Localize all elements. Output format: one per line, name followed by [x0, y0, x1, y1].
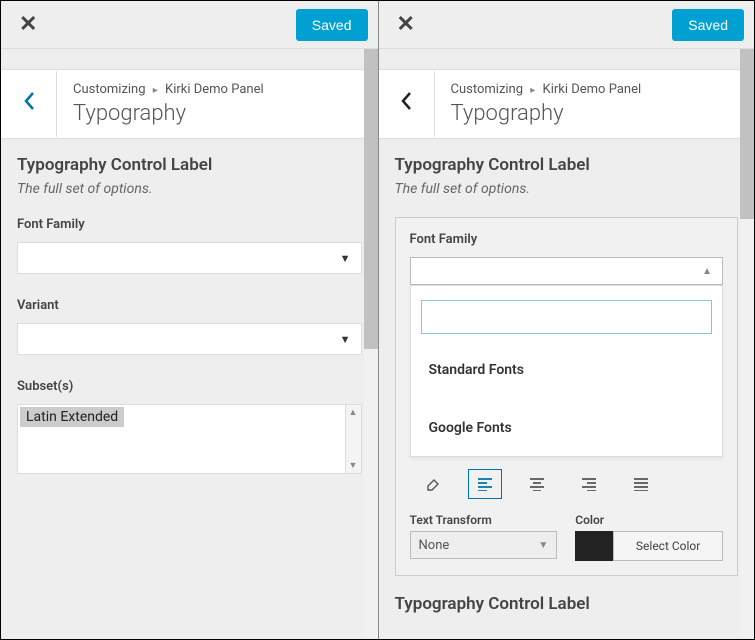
- control-title: Typography Control Label: [395, 155, 739, 175]
- customizer-pane-collapsed: ✕ Saved Customizing ▸ Kirki Demo Panel T…: [1, 1, 378, 639]
- chevron-down-icon: ▼: [538, 540, 548, 551]
- align-left-button[interactable]: [468, 469, 502, 499]
- text-transform-label: Text Transform: [410, 513, 558, 527]
- breadcrumb: Customizing ▸ Kirki Demo Panel: [451, 82, 739, 97]
- close-icon[interactable]: ✕: [11, 8, 45, 41]
- subsets-label: Subset(s): [17, 379, 362, 394]
- align-justify-button[interactable]: [624, 469, 658, 499]
- breadcrumb-root: Customizing: [73, 82, 146, 97]
- scroll-down-icon[interactable]: ▼: [349, 460, 358, 471]
- multiselect-scrollbar[interactable]: ▲ ▼: [345, 405, 361, 473]
- color-swatch: [575, 531, 613, 561]
- scroll-thumb[interactable]: [364, 49, 378, 349]
- breadcrumb-panel: Kirki Demo Panel: [543, 82, 642, 97]
- saved-button[interactable]: Saved: [296, 9, 368, 41]
- control-description: The full set of options.: [17, 181, 362, 197]
- text-align-row: [410, 469, 724, 499]
- align-right-button[interactable]: [572, 469, 606, 499]
- color-picker[interactable]: Select Color: [575, 531, 723, 561]
- font-family-select[interactable]: ▲: [410, 257, 724, 285]
- font-group-google[interactable]: Google Fonts: [421, 410, 713, 446]
- scroll-up-icon[interactable]: ▲: [349, 407, 358, 418]
- variant-label: Variant: [17, 298, 362, 313]
- font-search-input[interactable]: [421, 300, 713, 334]
- section-header: Customizing ▸ Kirki Demo Panel Typograph…: [1, 69, 378, 139]
- back-button[interactable]: [1, 71, 57, 137]
- section-header: Customizing ▸ Kirki Demo Panel Typograph…: [379, 69, 755, 139]
- chevron-left-icon: [399, 91, 413, 111]
- font-family-select[interactable]: ▼: [17, 242, 362, 274]
- eraser-icon: [425, 476, 441, 492]
- align-left-icon: [477, 477, 493, 491]
- align-center-button[interactable]: [520, 469, 554, 499]
- align-clear-button[interactable]: [416, 469, 450, 499]
- subsets-option-selected[interactable]: Latin Extended: [20, 407, 124, 427]
- color-label: Color: [575, 513, 723, 527]
- text-transform-value: None: [419, 538, 450, 553]
- topbar: ✕ Saved: [1, 1, 378, 49]
- font-family-label: Font Family: [17, 217, 362, 232]
- customizer-pane-expanded: ✕ Saved Customizing ▸ Kirki Demo Panel T…: [378, 1, 755, 639]
- breadcrumb-sep-icon: ▸: [153, 85, 158, 96]
- section-title: Typography: [451, 101, 739, 126]
- breadcrumb-panel: Kirki Demo Panel: [165, 82, 264, 97]
- scroll-thumb[interactable]: [740, 49, 754, 219]
- breadcrumb-sep-icon: ▸: [530, 85, 535, 96]
- align-center-icon: [529, 477, 545, 491]
- chevron-left-icon: [22, 91, 36, 111]
- chevron-down-icon: ▼: [340, 333, 351, 346]
- saved-button[interactable]: Saved: [672, 9, 744, 41]
- align-right-icon: [581, 477, 597, 491]
- section-title: Typography: [73, 101, 362, 126]
- select-color-button[interactable]: Select Color: [613, 531, 723, 561]
- variant-select[interactable]: ▼: [17, 323, 362, 355]
- typography-control-group: Font Family ▲ Standard Fonts Google Font…: [395, 217, 739, 576]
- breadcrumb: Customizing ▸ Kirki Demo Panel: [73, 82, 362, 97]
- align-justify-icon: [633, 477, 649, 491]
- control-title-second: Typography Control Label: [395, 594, 739, 614]
- chevron-down-icon: ▼: [340, 252, 351, 265]
- breadcrumb-root: Customizing: [451, 82, 524, 97]
- control-title: Typography Control Label: [17, 155, 362, 175]
- close-icon[interactable]: ✕: [389, 8, 423, 41]
- topbar: ✕ Saved: [379, 1, 755, 49]
- control-description: The full set of options.: [395, 181, 739, 197]
- font-family-label: Font Family: [410, 232, 724, 247]
- pane-scrollbar[interactable]: [364, 49, 378, 639]
- text-transform-select[interactable]: None ▼: [410, 531, 558, 559]
- font-family-dropdown: Standard Fonts Google Fonts: [410, 285, 724, 457]
- font-group-standard[interactable]: Standard Fonts: [421, 352, 713, 388]
- pane-scrollbar[interactable]: [740, 49, 754, 639]
- subsets-multiselect[interactable]: Latin Extended ▲ ▼: [17, 404, 362, 474]
- back-button[interactable]: [379, 71, 435, 137]
- chevron-up-icon: ▲: [702, 266, 712, 277]
